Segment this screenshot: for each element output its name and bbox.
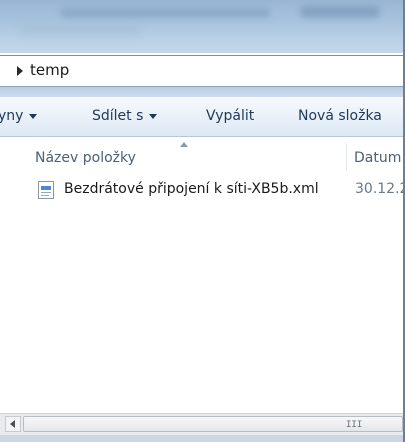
window-bottom-edge: [0, 435, 403, 442]
file-row[interactable]: Bezdrátové připojení k síti-XB5b.xml 30.…: [0, 173, 403, 203]
file-date: 30.12.2: [355, 181, 403, 197]
share-with-button-label: Sdílet s: [92, 108, 144, 124]
chevron-down-icon: [149, 113, 158, 119]
grip-icon: III: [346, 420, 363, 430]
scroll-left-icon[interactable]: [5, 416, 21, 432]
share-with-button[interactable]: Sdílet s: [92, 108, 158, 124]
burn-button[interactable]: Vypálit: [206, 108, 254, 124]
explorer-window: temp yny Sdílet s Vypálit Nová složka Ná…: [0, 0, 405, 442]
organize-button[interactable]: yny: [0, 108, 38, 124]
title-blur: [300, 6, 380, 18]
address-path[interactable]: temp: [30, 61, 69, 79]
file-name[interactable]: Bezdrátové připojení k síti-XB5b.xml: [64, 181, 319, 197]
column-header: Název položky Datum: [0, 137, 403, 173]
breadcrumb-arrow-icon[interactable]: [17, 66, 23, 76]
scrollbar-thumb[interactable]: III: [23, 416, 403, 432]
column-date-header[interactable]: Datum: [354, 150, 401, 166]
organize-button-label: yny: [0, 108, 24, 124]
sort-ascending-icon: [180, 142, 188, 147]
title-bar: [0, 0, 403, 53]
title-blur: [20, 26, 140, 34]
column-divider[interactable]: [346, 143, 347, 171]
file-list: Bezdrátové připojení k síti-XB5b.xml 30.…: [0, 173, 403, 413]
new-folder-button[interactable]: Nová složka: [298, 108, 382, 124]
horizontal-scrollbar[interactable]: III: [0, 413, 403, 435]
title-blur: [60, 8, 270, 18]
command-bar: yny Sdílet s Vypálit Nová složka: [0, 97, 403, 137]
column-name-header[interactable]: Název položky: [35, 150, 136, 166]
glass-strip: [0, 87, 403, 97]
xml-file-icon: [38, 181, 54, 199]
chevron-down-icon: [29, 113, 38, 119]
address-bar[interactable]: temp: [0, 55, 403, 87]
